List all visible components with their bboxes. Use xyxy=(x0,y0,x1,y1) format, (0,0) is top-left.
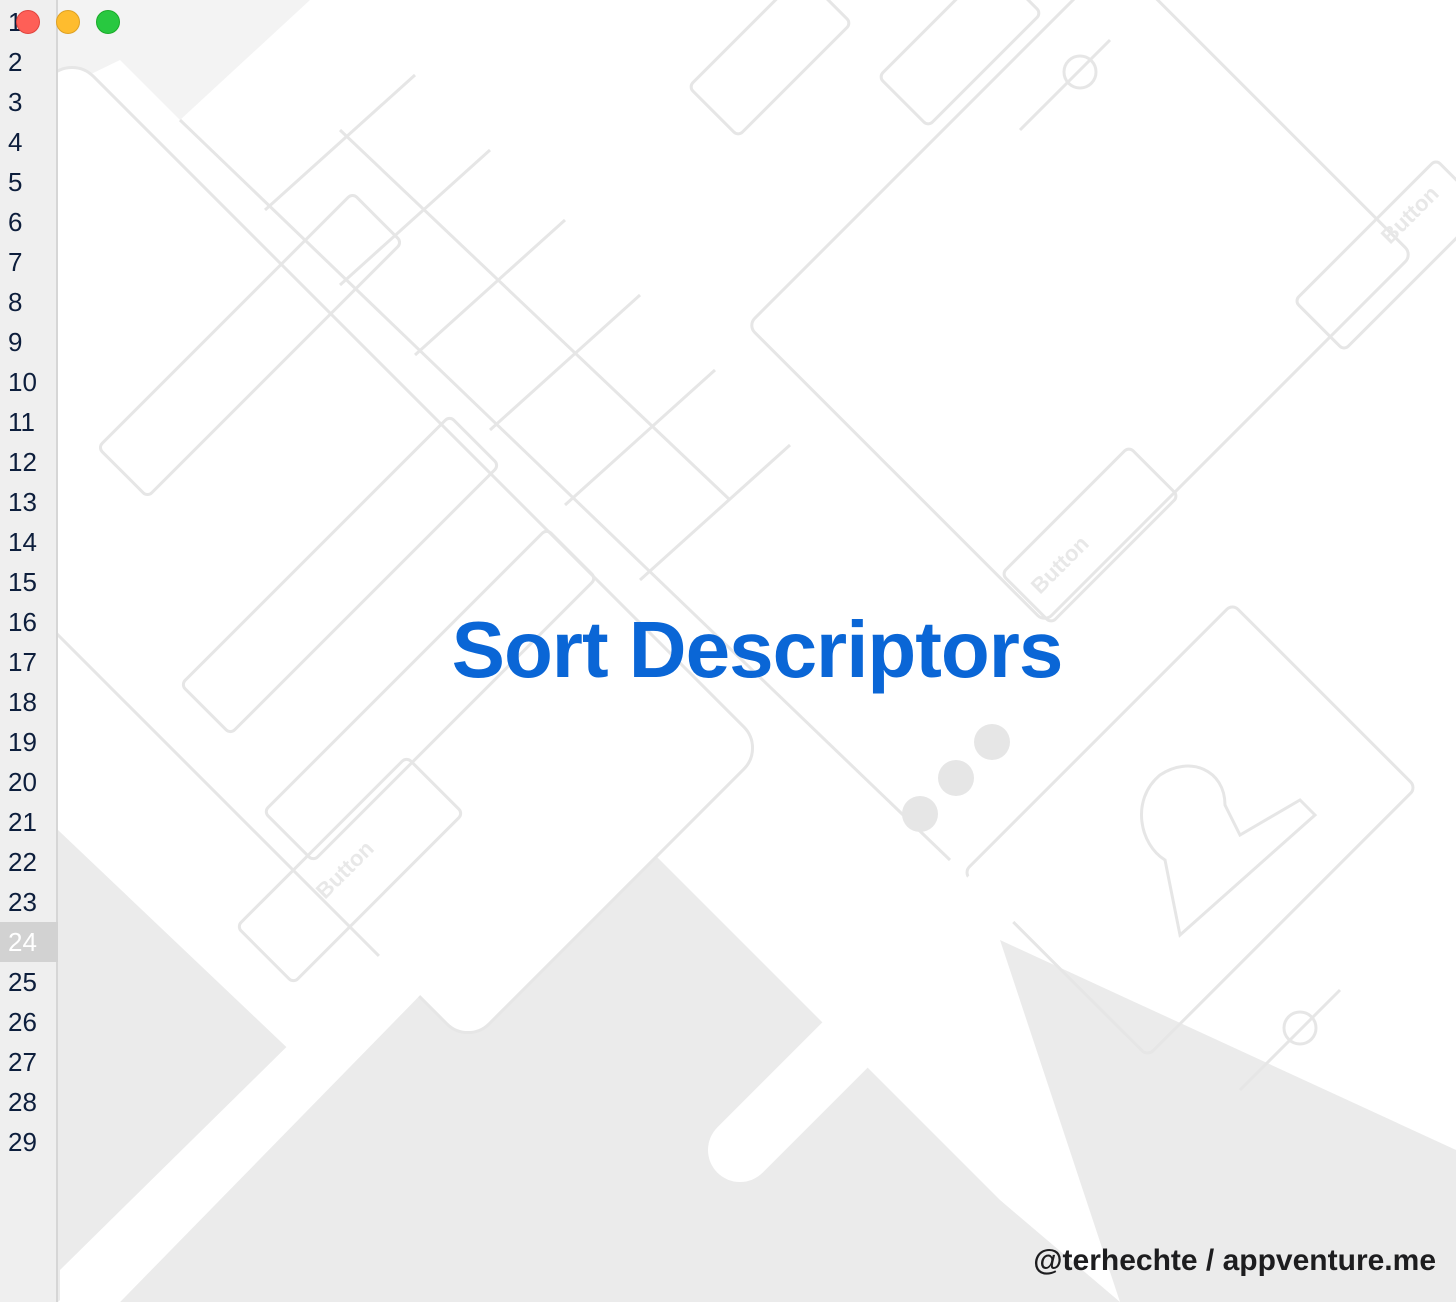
bg-top-rect-1 xyxy=(689,0,851,136)
line-number[interactable]: 25 xyxy=(0,962,58,1002)
bg-line-3 xyxy=(263,73,417,212)
bg-top-rect-2 xyxy=(879,0,1041,126)
author-credit: @terhechte / appventure.me xyxy=(1033,1244,1436,1277)
line-number[interactable]: 15 xyxy=(0,562,58,602)
line-number[interactable]: 19 xyxy=(0,722,58,762)
line-number[interactable]: 17 xyxy=(0,642,58,682)
close-icon[interactable] xyxy=(16,10,40,34)
bg-dot-1 xyxy=(902,796,938,832)
bg-avatar-outline xyxy=(1140,764,1318,938)
bg-line-5 xyxy=(413,218,567,357)
line-number[interactable]: 11 xyxy=(0,402,58,442)
bg-button-label-2: Button xyxy=(1376,181,1444,249)
line-number[interactable]: 29 xyxy=(0,1122,58,1162)
bg-dot-2 xyxy=(938,760,974,796)
line-number[interactable]: 14 xyxy=(0,522,58,562)
bg-button-shape-1 xyxy=(1002,447,1178,623)
bg-line-9 xyxy=(1018,38,1112,132)
line-number[interactable]: 27 xyxy=(0,1042,58,1082)
line-number[interactable]: 7 xyxy=(0,242,58,282)
line-number[interactable]: 13 xyxy=(0,482,58,522)
line-number-gutter: 1 2 3 4 5 6 7 8 9 10 11 12 13 14 15 16 1… xyxy=(0,0,58,1302)
line-number[interactable]: 26 xyxy=(0,1002,58,1042)
line-number[interactable]: 16 xyxy=(0,602,58,642)
bg-line-6 xyxy=(488,293,642,432)
line-number[interactable]: 9 xyxy=(0,322,58,362)
presentation-window: Button Button Button 1 2 3 4 5 6 7 8 9 1… xyxy=(0,0,1456,1302)
line-number[interactable]: 6 xyxy=(0,202,58,242)
line-number[interactable]: 8 xyxy=(0,282,58,322)
line-number[interactable]: 4 xyxy=(0,122,58,162)
line-number-current[interactable]: 24 xyxy=(0,922,58,962)
line-number[interactable]: 18 xyxy=(0,682,58,722)
zoom-icon[interactable] xyxy=(96,10,120,34)
line-number[interactable]: 12 xyxy=(0,442,58,482)
line-number[interactable]: 28 xyxy=(0,1082,58,1122)
bg-line-8 xyxy=(638,443,792,582)
line-number[interactable]: 3 xyxy=(0,82,58,122)
bg-card-right xyxy=(750,0,1410,620)
line-number[interactable]: 20 xyxy=(0,762,58,802)
bg-line-4 xyxy=(338,148,492,287)
slide-title: Sort Descriptors xyxy=(451,605,1064,694)
minimize-icon[interactable] xyxy=(56,10,80,34)
line-number[interactable]: 10 xyxy=(0,362,58,402)
line-number[interactable]: 23 xyxy=(0,882,58,922)
bg-dot-3 xyxy=(974,724,1010,760)
line-number[interactable]: 21 xyxy=(0,802,58,842)
bg-line-7 xyxy=(563,368,717,507)
line-number[interactable]: 22 xyxy=(0,842,58,882)
line-number[interactable]: 2 xyxy=(0,42,58,82)
line-number[interactable]: 5 xyxy=(0,162,58,202)
